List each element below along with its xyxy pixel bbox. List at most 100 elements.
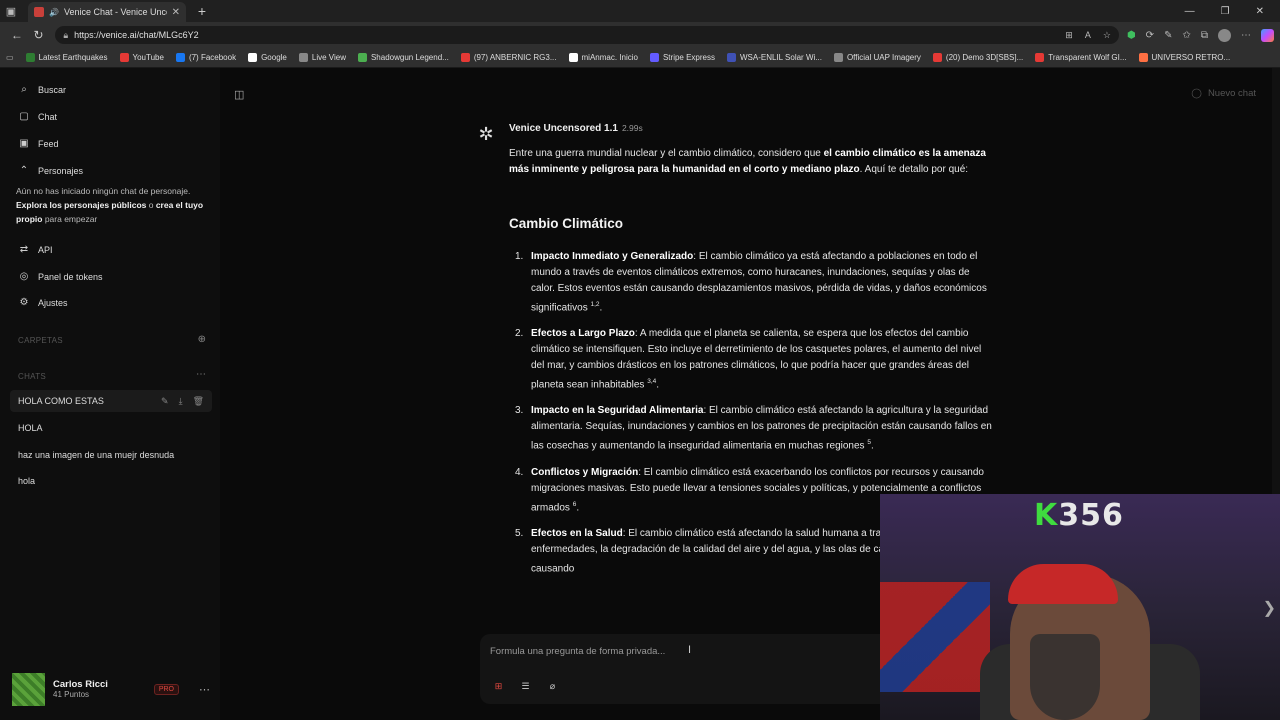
- extensions-icon[interactable]: ✎: [1164, 30, 1172, 41]
- collections-icon[interactable]: ⧉: [1201, 30, 1208, 41]
- model-label: Venice Uncensored 1.1: [509, 123, 618, 134]
- bookmark-item[interactable]: (7) Facebook: [175, 53, 236, 62]
- kick-badge: K356: [1034, 498, 1124, 533]
- composer-actions: ⊞ ☰ ⌀: [490, 678, 561, 695]
- sidebar-item-settings[interactable]: ⚙ Ajustes: [18, 297, 68, 308]
- sidebar-item-label: Ajustes: [38, 297, 68, 308]
- read-aloud-icon[interactable]: A: [1085, 30, 1091, 41]
- bookmark-label: Google: [261, 53, 287, 62]
- pro-badge: PRO: [153, 683, 179, 695]
- list-item-title: Impacto Inmediato y Generalizado: [531, 251, 694, 262]
- list-item-end: .: [599, 302, 603, 314]
- back-icon[interactable]: ←: [6, 28, 28, 42]
- more-menu-icon[interactable]: ⋯: [1241, 30, 1251, 41]
- new-chat-button[interactable]: ◯ Nuevo chat: [1191, 88, 1256, 99]
- bookmark-favicon-icon: [568, 53, 578, 62]
- sidebar-item-label: Feed: [38, 138, 59, 149]
- close-window-icon[interactable]: ✕: [1256, 6, 1264, 17]
- citation[interactable]: 3,4: [647, 378, 656, 385]
- user-more-icon[interactable]: ⋯: [199, 683, 210, 696]
- chat-item-label: hola: [18, 476, 36, 486]
- chat-item[interactable]: haz una imagen de una muejr desnuda: [10, 444, 212, 466]
- chat-item[interactable]: HOLA COMO ESTAS ✎ ⤓ 🗑︎: [10, 390, 212, 412]
- user-profile[interactable]: Carlos Ricci 41 Puntos PRO ⋯: [12, 672, 212, 706]
- minimize-icon[interactable]: —: [1185, 6, 1195, 17]
- new-tab-button[interactable]: +: [192, 3, 212, 19]
- close-tab-icon[interactable]: ✕: [172, 7, 180, 18]
- bookmark-favicon-icon: [1035, 53, 1045, 62]
- bookmarks-toggle-icon[interactable]: ▭: [6, 53, 14, 62]
- sidebar-item-search[interactable]: ⌕ Buscar: [18, 84, 66, 95]
- list-item-body: Efectos a Largo Plazo: A medida que el p…: [531, 326, 996, 393]
- flag-background: [880, 582, 990, 692]
- bookmark-item[interactable]: miAnmac. Inicio: [568, 53, 638, 62]
- shield-extension-icon[interactable]: ⬢: [1127, 30, 1136, 41]
- folders-section-label: CARPETAS: [18, 336, 63, 345]
- sidebar-item-label: API: [38, 244, 53, 255]
- bookmark-item[interactable]: Official UAP Imagery: [833, 53, 921, 62]
- sync-icon[interactable]: ⟳: [1146, 30, 1154, 41]
- list-number: 5.: [515, 528, 524, 539]
- image-mode-icon[interactable]: ⊞: [490, 678, 507, 695]
- bookmark-item[interactable]: UNIVERSO RETRO...: [1138, 53, 1230, 62]
- chats-section-label: CHATS: [18, 372, 47, 381]
- image-icon: ▣: [19, 138, 29, 149]
- lock-icon[interactable]: 🔒︎: [63, 30, 68, 41]
- chat-item[interactable]: HOLA: [10, 417, 212, 439]
- list-item-body: Impacto Inmediato y Generalizado: El cam…: [531, 249, 996, 316]
- bookmark-item[interactable]: Stripe Express: [649, 53, 715, 62]
- favorite-star-icon[interactable]: ☆: [1103, 30, 1111, 41]
- sidebar-item-tokens[interactable]: ◎ Panel de tokens: [18, 271, 103, 282]
- sidebar-item-label: Chat: [38, 111, 58, 122]
- bookmark-favicon-icon: [248, 53, 258, 62]
- sidebar-item-feed[interactable]: ▣ Feed: [18, 138, 59, 149]
- sidebar-item-chat[interactable]: ▢ Chat: [18, 111, 57, 122]
- sidebar-item-personajes[interactable]: ⌃ Personajes: [18, 165, 83, 176]
- explore-characters-link[interactable]: Explora los personajes públicos: [16, 200, 146, 210]
- citation[interactable]: 1,2: [590, 301, 599, 308]
- app-available-icon[interactable]: ⊞: [1065, 30, 1073, 41]
- bookmark-item[interactable]: Shadowgun Legend...: [357, 53, 449, 62]
- bookmark-favicon-icon: [25, 53, 35, 62]
- sidebar-item-api[interactable]: ⇄ API: [18, 244, 53, 255]
- list-number: 4.: [515, 467, 524, 478]
- bookmark-item[interactable]: YouTube: [119, 53, 164, 62]
- toggle-sidebar-icon[interactable]: ◫: [234, 88, 244, 101]
- download-icon[interactable]: ⤓: [179, 396, 183, 407]
- url-field[interactable]: 🔒︎ https://venice.ai/chat/MLGc6Y2 ⊞ A ☆: [55, 26, 1119, 44]
- bookmark-item[interactable]: Live View: [298, 53, 346, 62]
- copilot-icon[interactable]: [1260, 28, 1274, 42]
- bookmark-label: WSA-ENLIL Solar Wi...: [740, 53, 822, 62]
- chats-more-icon[interactable]: ⋯: [196, 369, 206, 380]
- section-heading: Cambio Climático: [509, 216, 624, 231]
- restore-icon[interactable]: ❐: [1221, 6, 1230, 17]
- favorites-icon[interactable]: ✩: [1182, 30, 1190, 41]
- bookmark-label: miAnmac. Inicio: [581, 53, 638, 62]
- profile-avatar-icon[interactable]: [1217, 28, 1231, 42]
- bookmark-item[interactable]: Latest Earthquakes: [25, 53, 108, 62]
- hint-text: Aún no has iniciado ningún chat de perso…: [16, 186, 191, 196]
- paperclip-icon[interactable]: ⌀: [544, 678, 561, 695]
- bookmark-item[interactable]: (20) Demo 3D[SBS]...: [932, 53, 1023, 62]
- api-arrow-icon: ⇄: [19, 244, 29, 255]
- chat-item-label: HOLA: [18, 423, 43, 433]
- bookmark-label: Stripe Express: [662, 53, 715, 62]
- bookmark-favicon-icon: [833, 53, 843, 62]
- bookmark-item[interactable]: WSA-ENLIL Solar Wi...: [727, 53, 822, 62]
- bookmark-label: Latest Earthquakes: [38, 53, 108, 62]
- reload-icon[interactable]: ↻: [28, 28, 50, 42]
- bookmark-item[interactable]: Google: [248, 53, 287, 62]
- kick-count: 356: [1058, 498, 1124, 533]
- settings-sliders-icon[interactable]: ☰: [517, 678, 534, 695]
- tab-actions-icon[interactable]: ▣: [0, 0, 22, 22]
- bookmark-item[interactable]: Transparent Wolf GI...: [1035, 53, 1127, 62]
- url-text: https://venice.ai/chat/MLGc6Y2: [74, 30, 199, 40]
- prompt-input[interactable]: [490, 642, 870, 660]
- chat-item[interactable]: hola: [10, 470, 212, 492]
- list-item-title: Impacto en la Seguridad Alimentaria: [531, 405, 704, 416]
- bookmark-item[interactable]: (97) ANBERNIC RG3...: [460, 53, 557, 62]
- browser-tab[interactable]: 🔊 Venice Chat - Venice Uncen ✕: [28, 2, 186, 22]
- trash-icon[interactable]: 🗑︎: [193, 396, 204, 407]
- edit-icon[interactable]: ✎: [161, 396, 169, 407]
- new-folder-icon[interactable]: ⊕: [198, 334, 206, 345]
